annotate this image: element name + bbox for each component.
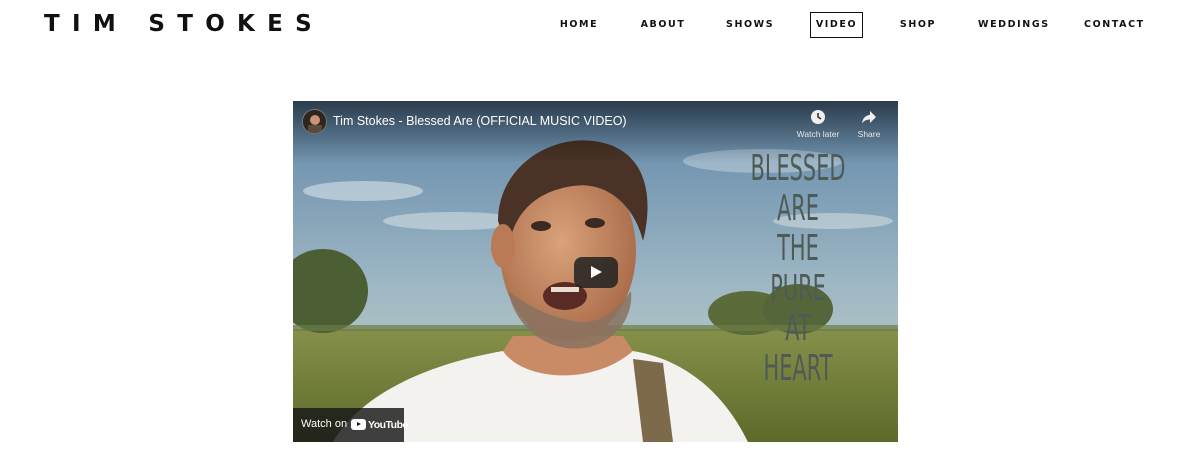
overlay-line-1: BLESSED ARE (750, 148, 846, 229)
clock-icon (793, 107, 843, 127)
youtube-logo-icon (351, 419, 366, 430)
video-title[interactable]: Tim Stokes - Blessed Are (OFFICIAL MUSIC… (333, 114, 627, 128)
watch-on-youtube-button[interactable]: Watch on YouTube (293, 408, 408, 442)
overlay-line-3-prefix: AT (785, 308, 811, 349)
nav-item-about[interactable]: ABOUT (640, 12, 686, 38)
youtube-wordmark: YouTube (368, 419, 408, 431)
video-embed[interactable]: Tim Stokes - Blessed Are (OFFICIAL MUSIC… (293, 101, 898, 442)
nav-item-video[interactable]: VIDEO (810, 12, 863, 38)
nav-item-shop[interactable]: SHOP (898, 12, 938, 38)
nav-item-weddings[interactable]: WEDDINGS (978, 12, 1048, 38)
play-button[interactable] (574, 257, 618, 288)
nav-item-contact[interactable]: CONTACT (1084, 12, 1143, 38)
overlay-line-3-word: HEART (763, 348, 833, 389)
channel-avatar[interactable] (302, 109, 327, 134)
nav-item-home[interactable]: HOME (558, 12, 600, 38)
watch-later-button[interactable]: Watch later (793, 107, 843, 139)
watch-on-label: Watch on (301, 418, 348, 430)
main-nav: HOME ABOUT SHOWS VIDEO SHOP WEDDINGS CON… (0, 12, 1200, 38)
play-icon (591, 266, 602, 278)
share-arrow-icon (844, 107, 894, 127)
overlay-line-2: THE PURE (770, 228, 826, 309)
overlay-line-3: AT HEART (749, 309, 848, 389)
share-label: Share (857, 129, 881, 139)
share-button[interactable]: Share (844, 107, 894, 139)
video-overlay-caption: BLESSED ARE THE PURE AT HEART (749, 149, 848, 389)
site-header: TIM STOKES HOME ABOUT SHOWS VIDEO SHOP W… (0, 0, 1200, 50)
nav-item-shows[interactable]: SHOWS (726, 12, 774, 38)
watch-later-label: Watch later (796, 129, 840, 139)
